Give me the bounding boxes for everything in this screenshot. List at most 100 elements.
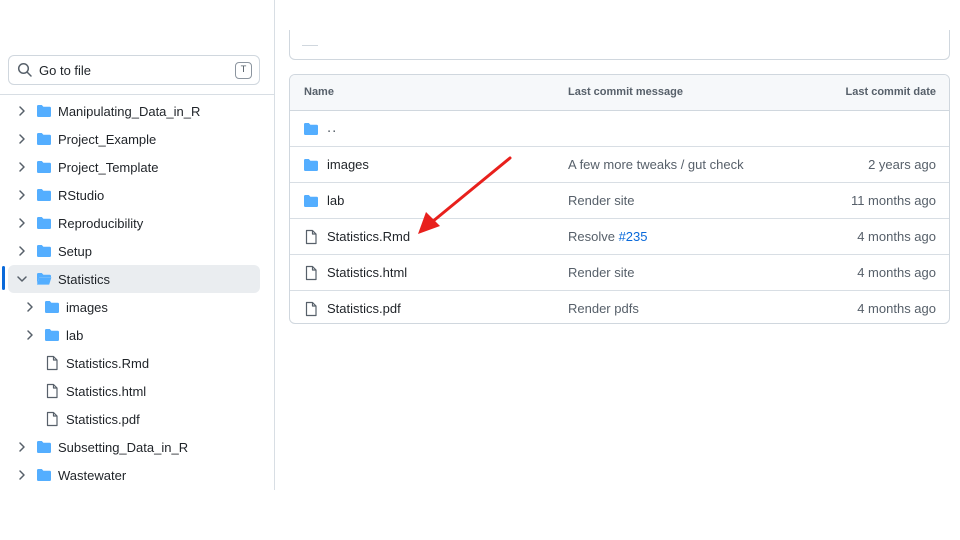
sidebar-item-label: Reproducibility [58,215,144,231]
commit-date: 4 months ago [857,265,936,280]
sidebar-item-statistics[interactable]: Statistics [8,265,260,293]
sidebar-item-rstudio[interactable]: RStudio [0,181,260,209]
commit-message-link[interactable]: Render site [568,193,634,208]
sidebar-divider [0,94,275,95]
folder-open-icon [36,271,52,287]
chevron-right-icon[interactable] [14,467,30,483]
folder-icon [36,131,52,147]
chevron-down-icon[interactable] [14,271,30,287]
file-name-link[interactable]: Statistics.Rmd [327,229,410,244]
sidebar-item-label: RStudio [58,187,105,203]
folder-icon [44,327,60,343]
chevron-right-icon[interactable] [14,215,30,231]
chevron-right-icon[interactable] [22,299,38,315]
table-header: Name Last commit message Last commit dat… [290,75,949,111]
sidebar-item-label: Project_Example [58,131,157,147]
commit-message-text: Render site [568,193,635,208]
sidebar-item-lab[interactable]: lab [0,321,260,349]
file-name-link[interactable]: lab [327,193,344,208]
sidebar-item-statistics-html[interactable]: Statistics.html [0,377,260,405]
shortcut-key-badge: T [235,62,252,79]
chevron-right-icon[interactable] [22,327,38,343]
header-last-commit-message: Last commit message [568,86,683,98]
sidebar-item-label: Statistics.Rmd [66,355,150,371]
folder-icon [303,193,319,209]
folder-icon [36,159,52,175]
chevron-right-icon[interactable] [14,103,30,119]
previous-panel-card [289,30,950,60]
file-icon [303,265,319,281]
search-icon [17,62,32,77]
folder-icon [36,467,52,483]
chevron-right-icon[interactable] [14,243,30,259]
table-row-statistics-html: Statistics.html Render site 4 months ago [290,255,949,291]
panel-stub [302,40,318,46]
search-placeholder: Go to file [39,62,92,78]
sidebar-item-label: Statistics.pdf [66,411,140,427]
chevron-right-icon[interactable] [14,131,30,147]
sidebar-item-label: Subsetting_Data_in_R [58,439,189,455]
sidebar-item-label: Wastewater [58,467,127,483]
commit-date: 2 years ago [868,157,936,172]
file-icon [44,355,60,371]
sidebar-item-label: Statistics [58,271,111,287]
issue-reference-link[interactable]: #235 [619,229,648,244]
folder-icon [304,123,318,135]
file-tree-sidebar: Go to file T Manipulating_Data_in_R Proje… [0,0,275,490]
sidebar-item-subsetting-data-in-r[interactable]: Subsetting_Data_in_R [0,433,260,461]
folder-icon [44,299,60,315]
sidebar-item-statistics-rmd[interactable]: Statistics.Rmd [0,349,260,377]
commit-message-link[interactable]: A few more tweaks / gut check [568,157,744,172]
sidebar-item-label: Statistics.html [66,383,147,399]
file-icon [303,301,319,317]
file-icon [44,411,60,427]
selected-indicator [2,266,5,290]
sidebar-item-project-template[interactable]: Project_Template [0,153,260,181]
sidebar-item-project-example[interactable]: Project_Example [0,125,260,153]
commit-message-text: Resolve [568,229,619,244]
sidebar-item-label: images [66,299,108,315]
file-name-link[interactable]: Statistics.html [327,265,407,280]
sidebar-item-statistics-pdf[interactable]: Statistics.pdf [0,405,260,433]
file-icon [303,229,319,245]
commit-date: 4 months ago [857,301,936,316]
sidebar-item-wastewater[interactable]: Wastewater [0,461,260,489]
chevron-right-icon[interactable] [14,159,30,175]
commit-message-text: Render site [568,265,635,280]
folder-icon [303,157,319,173]
file-icon [44,383,60,399]
go-to-file-search[interactable]: Go to file T [8,55,260,85]
file-listing-table: Name Last commit message Last commit dat… [289,74,950,324]
sidebar-item-manipulating-data-in-r[interactable]: Manipulating_Data_in_R [0,97,260,125]
commit-date: 11 months ago [850,193,936,208]
commit-message-link[interactable]: Render site [568,265,634,280]
sidebar-item-reproducibility[interactable]: Reproducibility [0,209,260,237]
table-row-statistics-rmd: Statistics.Rmd Resolve #235 4 months ago [290,219,949,255]
sidebar-item-label: Project_Template [58,159,159,175]
commit-date: 4 months ago [857,229,936,244]
table-row-statistics-pdf: Statistics.pdf Render pdfs 4 months ago [290,291,949,323]
chevron-right-icon[interactable] [14,187,30,203]
chevron-right-icon[interactable] [14,439,30,455]
folder-icon [36,439,52,455]
parent-directory-row[interactable]: .. [290,111,949,147]
table-row-images: images A few more tweaks / gut check 2 yea… [290,147,949,183]
sidebar-item-images[interactable]: images [0,293,260,321]
header-name: Name [304,86,334,98]
commit-message-text: A few more tweaks / gut check [568,157,744,172]
folder-icon [36,187,52,203]
sidebar-item-label: Setup [58,243,92,259]
commit-message-link[interactable]: Render pdfs [568,301,639,316]
sidebar-item-setup[interactable]: Setup [0,237,260,265]
commit-message-link[interactable]: Resolve #235 [568,229,648,244]
table-row-lab: lab Render site 11 months ago [290,183,949,219]
file-name-link[interactable]: images [327,157,369,172]
parent-directory-link[interactable]: .. [327,119,337,136]
header-last-commit-date: Last commit date [845,86,936,98]
sidebar-item-label: Manipulating_Data_in_R [58,103,201,119]
file-name-link[interactable]: Statistics.pdf [327,301,401,316]
folder-icon [36,215,52,231]
